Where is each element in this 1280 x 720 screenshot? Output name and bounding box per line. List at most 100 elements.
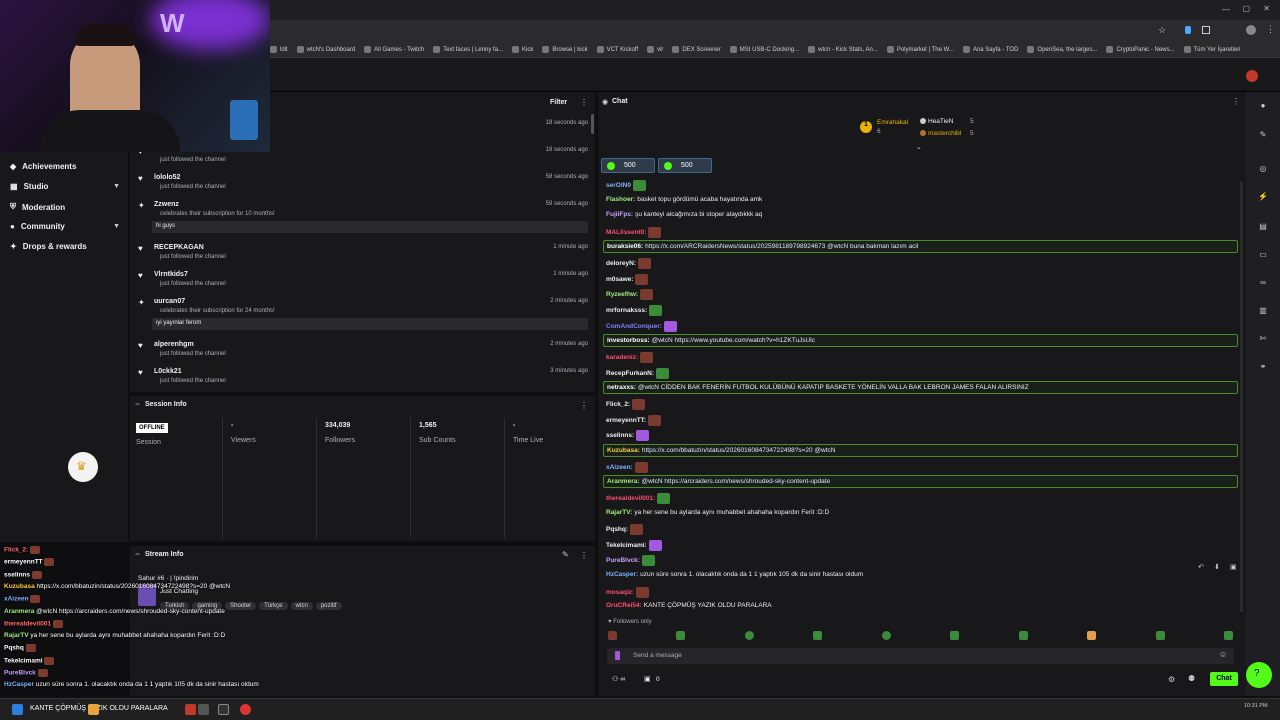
extensions-puzzle-icon[interactable] (1202, 26, 1210, 34)
pencil-icon[interactable]: ✎ (1258, 130, 1268, 140)
scrollbar[interactable] (1240, 182, 1243, 612)
chat-message[interactable]: netraxxs: @wtcN CİDDEN BAK FENERİN FUTBOL… (603, 381, 1238, 395)
emote[interactable] (813, 631, 823, 640)
chat-username[interactable]: PureBlvck: (606, 557, 640, 564)
chat-input[interactable]: Send a message ☺ (607, 648, 1234, 664)
bookmark-item[interactable]: Ana Sayfa - TOD (962, 46, 1018, 53)
chat-message[interactable]: investorboss: @wtcN https://www.youtube.c… (603, 334, 1238, 348)
chat-message[interactable]: RajarTV: ya her sene bu aylarda aynı muha… (606, 509, 829, 516)
taskbar-app-icon[interactable] (218, 704, 229, 715)
chat-message[interactable]: ermeyennTT: (606, 414, 662, 426)
chevron-down-icon[interactable]: ⌄ (916, 143, 922, 151)
document-icon[interactable]: ▤ (1258, 222, 1268, 232)
chat-username[interactable]: sselinns: (606, 432, 634, 439)
goal-pill[interactable]: 500 (658, 158, 712, 173)
chat-username[interactable]: mosaqiz: (606, 589, 634, 596)
bookmark-item[interactable]: Kick (512, 46, 533, 53)
chat-message[interactable]: Flick_2: (606, 399, 646, 410)
points-icon[interactable]: ⚇ ∞ (612, 675, 625, 683)
chat-username[interactable]: Flashoer: (606, 196, 635, 203)
windows-start-icon[interactable] (12, 704, 23, 715)
chat-message[interactable]: MALlissent0: (606, 226, 662, 238)
bookmark-item[interactable]: Polymarket | The W... (886, 46, 954, 53)
taskbar-app-icon[interactable] (198, 704, 209, 715)
chat-message[interactable]: deloreyN: (606, 258, 651, 270)
chat-message[interactable]: karadeniz: (606, 352, 654, 363)
event-username[interactable]: Vlrntkids7 (154, 271, 188, 278)
event-username[interactable]: lololo52 (154, 174, 180, 181)
chat-message[interactable]: sselinns: (606, 430, 650, 442)
info-icon[interactable]: ● (1258, 101, 1268, 111)
gift-icon[interactable]: ▣ (644, 675, 651, 683)
minimize-icon[interactable]: — (1222, 5, 1230, 14)
tag[interactable]: pozitif (315, 602, 342, 610)
chat-username[interactable]: RecepFurkanN: (606, 370, 654, 377)
bookmark-item[interactable]: wtcn - Kick Stats, An... (808, 46, 878, 53)
bookmark-item[interactable]: CryptoPanic - News... (1106, 46, 1175, 53)
bookmark-item[interactable]: VCT Kickoff (596, 46, 638, 53)
event-username[interactable]: L0ckk21 (154, 368, 182, 375)
chat-username[interactable]: ermeyennTT: (606, 417, 646, 424)
emote[interactable] (950, 631, 960, 640)
kick-support-button[interactable]: ? (1246, 662, 1272, 688)
users-icon[interactable]: ⚉ (1188, 674, 1195, 683)
chat-username[interactable]: investorboss: (607, 337, 650, 344)
chat-username[interactable]: Aranmera: (607, 478, 640, 485)
chat-message[interactable]: serOlN0 (606, 180, 646, 191)
bookmark-item[interactable]: wtcN's Dashboard (296, 46, 355, 53)
chat-message[interactable]: m0sawe: (606, 273, 649, 285)
chat-send-button[interactable]: Chat (1210, 672, 1238, 686)
taskbar-app-icon[interactable] (88, 704, 99, 715)
chat-username[interactable]: therealdevil001: (606, 495, 655, 502)
reply-icon[interactable]: ↶ (1198, 563, 1204, 571)
layout-icon[interactable]: ▥ (1258, 306, 1268, 316)
pin-icon[interactable]: ⬇ (1214, 563, 1220, 571)
chat-message[interactable]: RecepFurkanN: (606, 367, 670, 379)
bookmark-item[interactable]: Tüm Yer İşaretleri (1183, 46, 1241, 53)
wrench-icon[interactable]: ✄ (1258, 334, 1268, 344)
nav-achievements[interactable]: ◆ Achievements (10, 162, 120, 171)
chat-message[interactable]: PureBlvck: (606, 555, 655, 567)
delete-icon[interactable]: ▣ (1230, 563, 1237, 571)
bookmark-item[interactable]: ldit (270, 46, 288, 53)
chat-username[interactable]: Pqshq: (606, 526, 628, 533)
nav-studio[interactable]: ▦ Studio ▼ (10, 182, 120, 191)
emote[interactable] (1087, 631, 1097, 640)
bolt-icon[interactable]: ⚡ (1258, 192, 1268, 202)
scrollbar[interactable] (591, 114, 594, 134)
chat-username[interactable]: deloreyN: (606, 260, 636, 267)
chat-username[interactable]: xAizeen: (606, 464, 633, 471)
link-icon[interactable]: ∞ (1258, 278, 1268, 288)
chat-message[interactable]: therealdevil001: (606, 493, 671, 504)
chat-message[interactable]: Kuzubasa: https://x.com/bbatuzin/status/2… (603, 443, 1238, 457)
chat-username[interactable]: Flick_2: (606, 401, 630, 408)
chat-message[interactable]: HzCasper: uzun süre sonra 1. olacaktık on… (606, 571, 863, 578)
settings-icon[interactable]: ⚙ (1168, 675, 1175, 684)
chat-message[interactable]: Pqshq: (606, 524, 644, 536)
chat-username[interactable]: m0sawe: (606, 276, 633, 283)
nav-moderation[interactable]: ⛨ Moderation (10, 202, 120, 212)
nav-drops-rewards[interactable]: ✦ Drops & rewards (10, 242, 120, 251)
chat-message[interactable]: mosaqiz: (606, 586, 650, 598)
emote[interactable] (1018, 631, 1028, 640)
bookmark-item[interactable]: OpenSea, the larges... (1027, 46, 1097, 53)
nav-community[interactable]: ● Community ▼ (10, 222, 120, 231)
menu-dots-icon[interactable]: ⋮ (1232, 97, 1240, 106)
taskbar-app-icon[interactable] (240, 704, 251, 715)
emote[interactable] (1155, 631, 1165, 640)
menu-dots-icon[interactable]: ⋮ (580, 401, 588, 410)
bookmark-item[interactable]: All Games - Twitch (364, 46, 424, 53)
target-icon[interactable]: ◎ (1258, 164, 1268, 174)
event-username[interactable]: RECEPKAGAN (154, 244, 204, 251)
bookmark-item[interactable]: Browse | kick (542, 46, 588, 53)
chat-username[interactable]: Kuzubasa: (607, 447, 640, 454)
chat-bubble-icon[interactable]: ▭ (1258, 250, 1268, 260)
chat-username[interactable]: serOlN0 (606, 182, 631, 189)
event-username[interactable]: Zzwenz (154, 201, 179, 208)
chat-username[interactable]: karadeniz: (606, 354, 638, 361)
chat-message[interactable]: Aranmera: @wtcN https://arcraiders.com/ne… (603, 475, 1238, 489)
bookmark-item[interactable]: MSI USB-C Docking... (729, 46, 799, 53)
chat-username[interactable]: MALlissent0: (606, 229, 646, 236)
edit-icon[interactable]: ✎ (562, 550, 569, 559)
chat-username[interactable]: mrfornaksss: (606, 307, 647, 314)
